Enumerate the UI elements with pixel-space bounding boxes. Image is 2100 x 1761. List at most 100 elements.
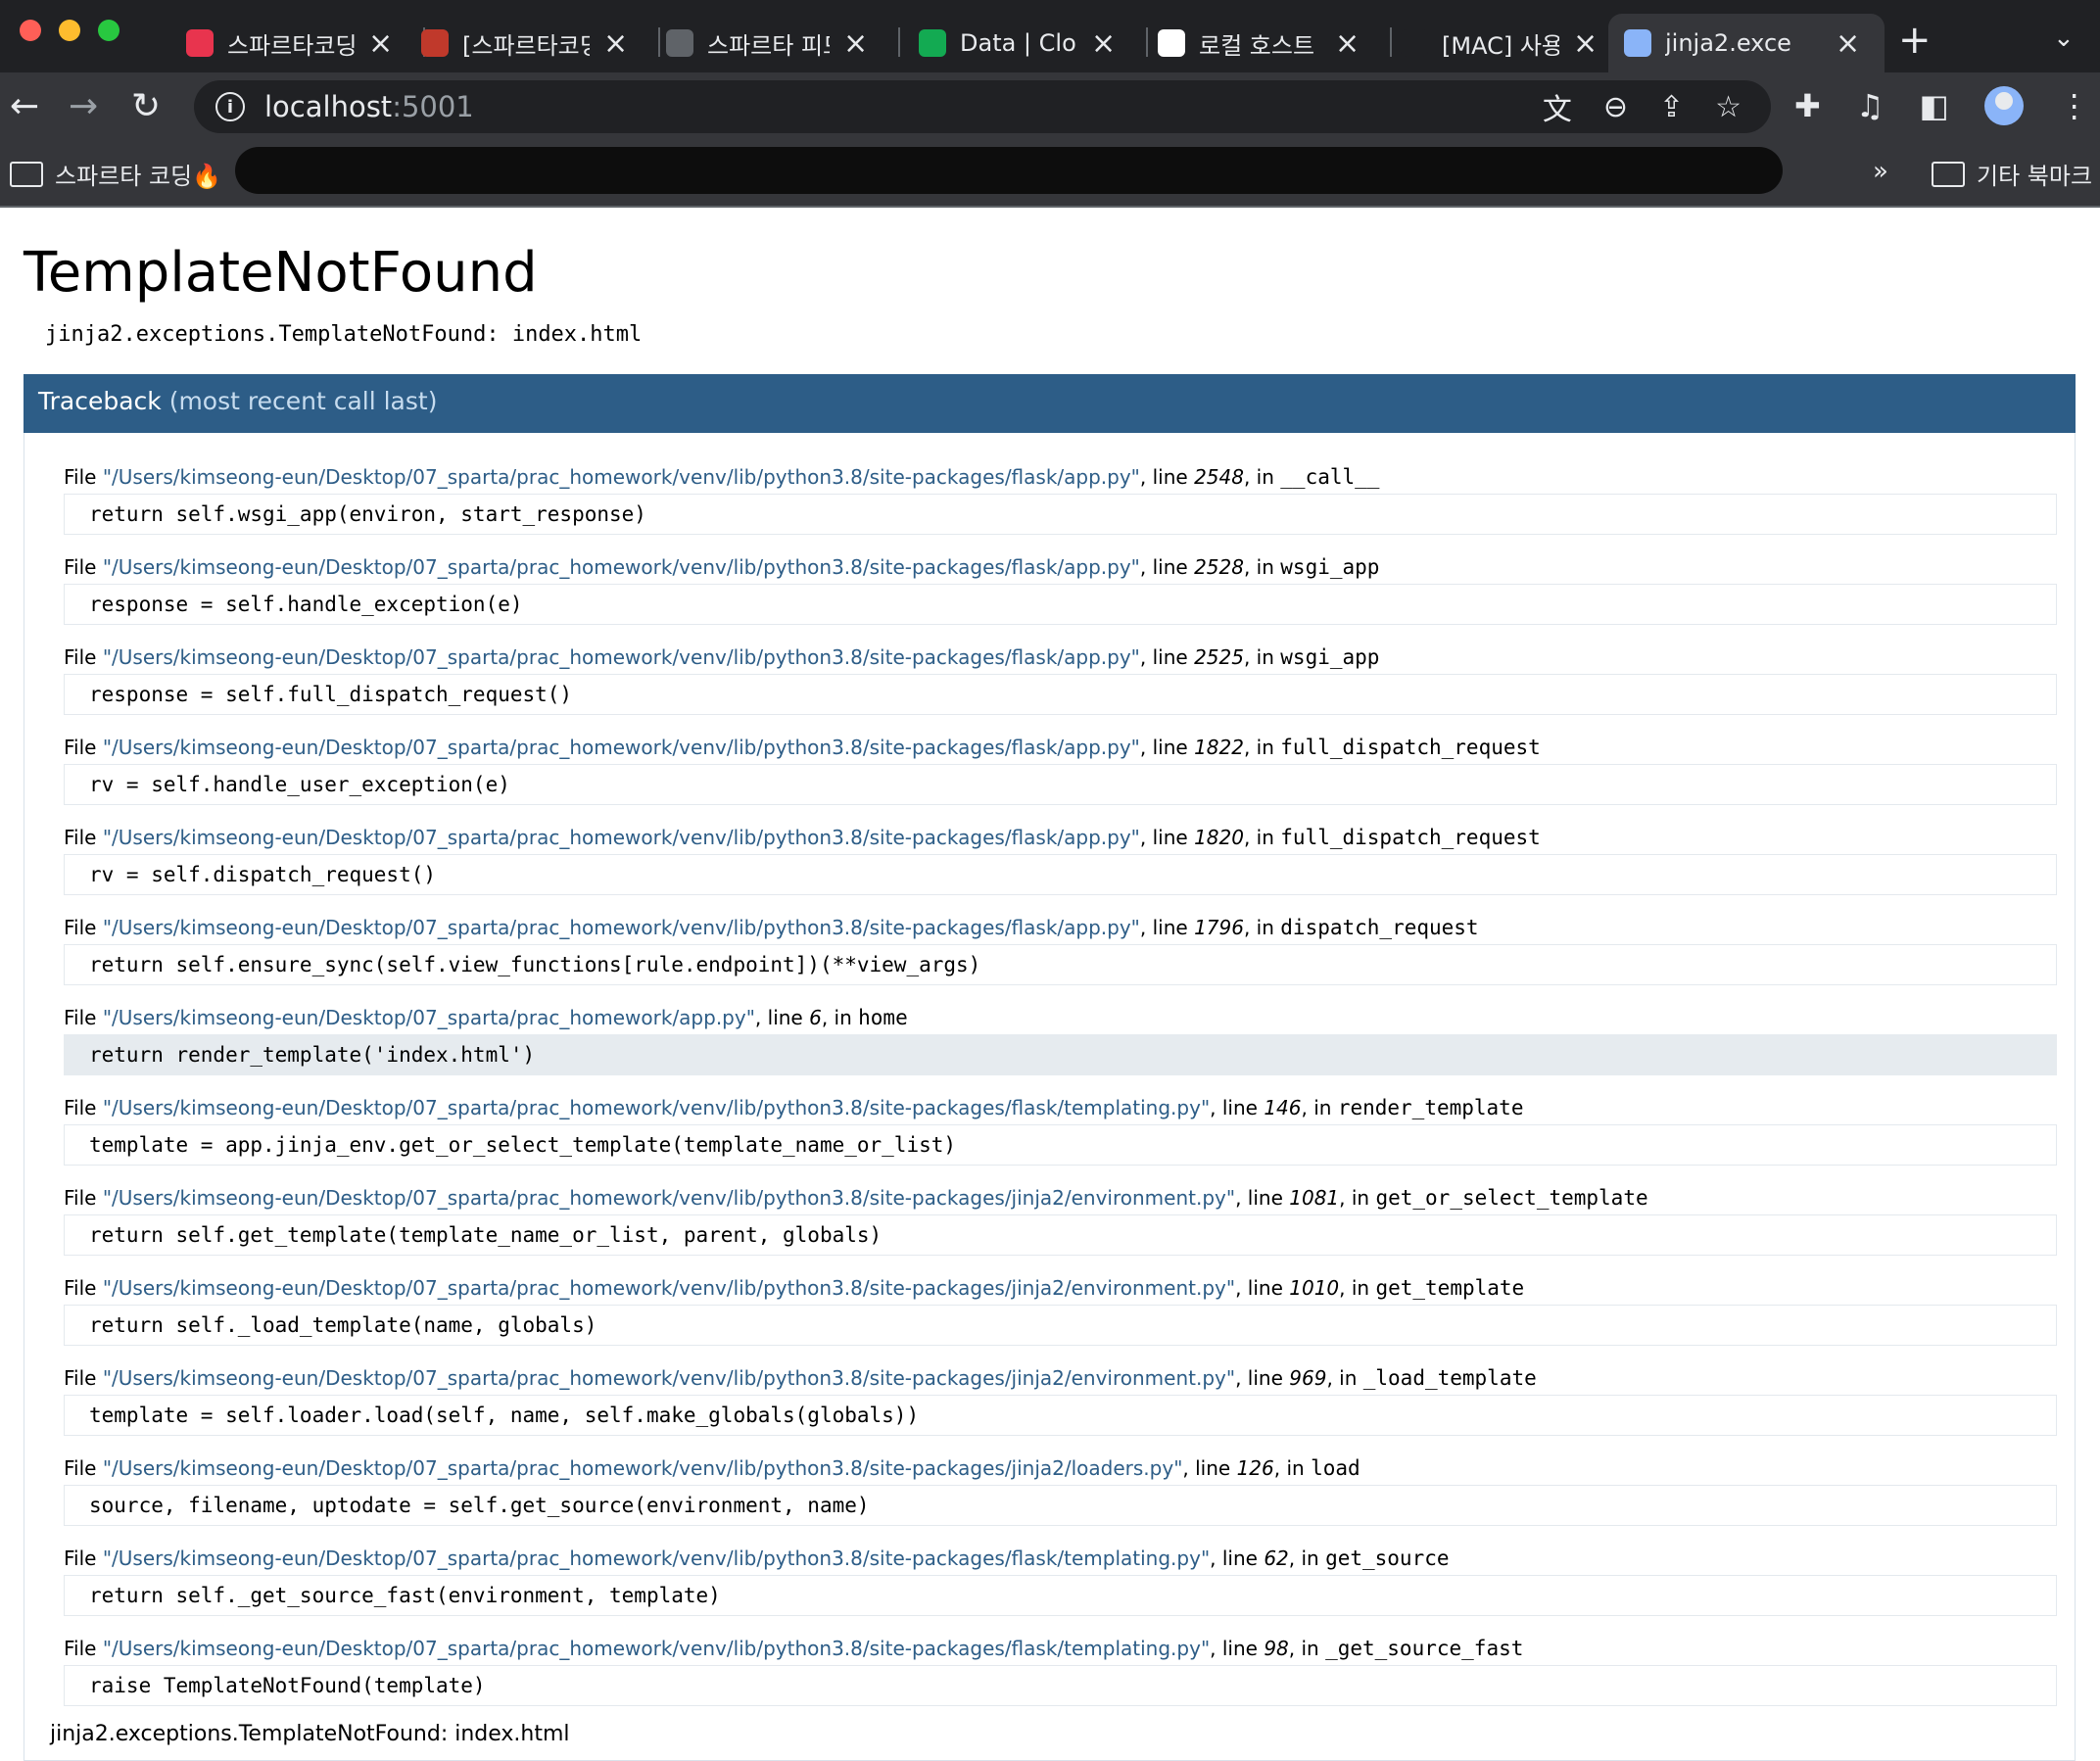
source-line[interactable]: return render_template('index.html')	[64, 1034, 2057, 1075]
file-path-link[interactable]: "/Users/kimseong-eun/Desktop/07_sparta/p…	[103, 1547, 1210, 1570]
file-path-link[interactable]: "/Users/kimseong-eun/Desktop/07_sparta/p…	[103, 1276, 1235, 1300]
traceback-body: File "/Users/kimseong-eun/Desktop/07_spa…	[24, 433, 2076, 1761]
browser-tab[interactable]: [스파르타코딩 ×	[406, 14, 652, 72]
in-label: , in	[821, 1006, 859, 1029]
file-path-link[interactable]: "/Users/kimseong-eun/Desktop/07_sparta/p…	[103, 555, 1140, 579]
extensions-puzzle-icon[interactable]: ✚	[1794, 87, 1821, 124]
source-line[interactable]: return self.get_template(template_name_o…	[64, 1214, 2057, 1256]
file-label: File	[64, 645, 103, 669]
function-name: _get_source_fast	[1325, 1637, 1524, 1660]
new-tab-button[interactable]: +	[1898, 18, 1932, 63]
side-panel-icon[interactable]: ◧	[1920, 87, 1949, 124]
maximize-window-button[interactable]	[98, 20, 119, 41]
traceback-frame: File "/Users/kimseong-eun/Desktop/07_spa…	[64, 1181, 2057, 1256]
page-title: TemplateNotFound	[24, 241, 538, 305]
blank-icon	[1401, 29, 1428, 57]
file-path-link[interactable]: "/Users/kimseong-eun/Desktop/07_sparta/p…	[103, 826, 1140, 849]
minimize-window-button[interactable]	[59, 20, 80, 41]
source-line[interactable]: source, filename, uptodate = self.get_so…	[64, 1485, 2057, 1526]
omnibox-actions: 文 ⊖ ⇪ ☆	[1543, 80, 1742, 133]
traceback-frame: File "/Users/kimseong-eun/Desktop/07_spa…	[64, 731, 2057, 805]
line-number: 2548	[1194, 465, 1244, 489]
site-info-icon[interactable]: i	[215, 92, 245, 121]
frame-location: File "/Users/kimseong-eun/Desktop/07_spa…	[64, 641, 2057, 674]
source-line[interactable]: response = self.full_dispatch_request()	[64, 674, 2057, 715]
bookmark-folder-sparta[interactable]: 스파르타 코딩🔥	[10, 157, 221, 191]
file-label: File	[64, 826, 103, 849]
tab-close-icon[interactable]: ×	[843, 26, 868, 61]
traceback-frame: File "/Users/kimseong-eun/Desktop/07_spa…	[64, 1452, 2057, 1526]
bookmark-folder-other[interactable]: 기타 북마크	[1932, 157, 2092, 191]
profile-avatar[interactable]	[1983, 86, 2024, 125]
file-path-link[interactable]: "/Users/kimseong-eun/Desktop/07_sparta/p…	[103, 1006, 755, 1029]
file-label: File	[64, 1006, 103, 1029]
file-label: File	[64, 1366, 103, 1390]
url-text[interactable]: localhost:5001	[264, 90, 474, 123]
google-icon	[1158, 29, 1185, 57]
tab-title: [MAC] 사용	[1442, 31, 1559, 60]
browser-tab[interactable]: jinja2.exce ×	[1608, 14, 1885, 72]
tab-close-icon[interactable]: ×	[368, 26, 393, 61]
file-path-link[interactable]: "/Users/kimseong-eun/Desktop/07_sparta/p…	[103, 645, 1140, 669]
tab-search-chevron-icon[interactable]: ⌄	[2053, 24, 2075, 53]
file-path-link[interactable]: "/Users/kimseong-eun/Desktop/07_sparta/p…	[103, 916, 1140, 939]
file-path-link[interactable]: "/Users/kimseong-eun/Desktop/07_sparta/p…	[103, 1637, 1210, 1660]
file-path-link[interactable]: "/Users/kimseong-eun/Desktop/07_sparta/p…	[103, 1096, 1210, 1119]
source-line[interactable]: return self.wsgi_app(environ, start_resp…	[64, 494, 2057, 535]
browser-tab[interactable]: Data | Clou ×	[903, 14, 1140, 72]
line-label: , line	[1139, 645, 1195, 669]
source-line[interactable]: return self._load_template(name, globals…	[64, 1305, 2057, 1346]
line-label: , line	[1210, 1547, 1265, 1570]
tab-close-icon[interactable]: ×	[1573, 26, 1598, 61]
browser-tab[interactable]: 스파르타코딩 ×	[170, 14, 417, 72]
in-label: , in	[1243, 736, 1281, 759]
url-port: :5001	[392, 90, 474, 123]
file-path-link[interactable]: "/Users/kimseong-eun/Desktop/07_sparta/p…	[103, 1456, 1183, 1480]
frame-location: File "/Users/kimseong-eun/Desktop/07_spa…	[64, 1452, 2057, 1485]
translate-icon[interactable]: 文	[1543, 85, 1572, 128]
source-line[interactable]: return self.ensure_sync(self.view_functi…	[64, 944, 2057, 985]
file-path-link[interactable]: "/Users/kimseong-eun/Desktop/07_sparta/p…	[103, 465, 1140, 489]
file-path-link[interactable]: "/Users/kimseong-eun/Desktop/07_sparta/p…	[103, 1186, 1235, 1210]
line-number: 1820	[1194, 826, 1244, 849]
reload-icon[interactable]: ↻	[131, 86, 161, 126]
media-control-icon[interactable]: ♫	[1856, 87, 1885, 124]
source-line[interactable]: rv = self.handle_user_exception(e)	[64, 764, 2057, 805]
forward-arrow-icon[interactable]: →	[69, 86, 98, 126]
tab-close-icon[interactable]: ×	[1335, 26, 1360, 61]
back-arrow-icon[interactable]: ←	[10, 86, 39, 126]
tab-close-icon[interactable]: ×	[1091, 26, 1116, 61]
address-bar[interactable]: i localhost:5001 文 ⊖ ⇪ ☆	[194, 80, 1771, 133]
traceback-frame: File "/Users/kimseong-eun/Desktop/07_spa…	[64, 821, 2057, 895]
browser-tab[interactable]: 스파르타 피드 ×	[650, 14, 892, 72]
globe-icon	[666, 29, 693, 57]
redacted-bookmarks	[235, 147, 1783, 194]
more-menu-icon[interactable]: ⋮	[2059, 87, 2090, 124]
line-number: 62	[1264, 1547, 1289, 1570]
tab-close-icon[interactable]: ×	[603, 26, 628, 61]
bookmark-star-icon[interactable]: ☆	[1715, 90, 1742, 124]
tab-title: [스파르타코딩	[462, 31, 590, 60]
in-label: , in	[1273, 1456, 1312, 1480]
frame-location: File "/Users/kimseong-eun/Desktop/07_spa…	[64, 1091, 2057, 1124]
traceback-header: Traceback (most recent call last)	[24, 374, 2076, 433]
source-line[interactable]: template = app.jinja_env.get_or_select_t…	[64, 1124, 2057, 1166]
zoom-icon[interactable]: ⊖	[1603, 90, 1628, 124]
file-label: File	[64, 1186, 103, 1210]
terminal-icon	[1624, 29, 1651, 57]
function-name: wsgi_app	[1280, 645, 1380, 669]
source-line[interactable]: template = self.loader.load(self, name, …	[64, 1395, 2057, 1436]
tab-close-icon[interactable]: ×	[1836, 26, 1860, 61]
file-path-link[interactable]: "/Users/kimseong-eun/Desktop/07_sparta/p…	[103, 736, 1140, 759]
source-line[interactable]: rv = self.dispatch_request()	[64, 854, 2057, 895]
file-path-link[interactable]: "/Users/kimseong-eun/Desktop/07_sparta/p…	[103, 1366, 1235, 1390]
source-line[interactable]: response = self.handle_exception(e)	[64, 584, 2057, 625]
line-label: , line	[1139, 555, 1195, 579]
share-icon[interactable]: ⇪	[1659, 90, 1684, 124]
bookmarks-overflow-button[interactable]: »	[1873, 157, 1888, 186]
source-line[interactable]: return self._get_source_fast(environment…	[64, 1575, 2057, 1616]
close-window-button[interactable]	[20, 20, 41, 41]
browser-tab[interactable]: [MAC] 사용 ×	[1385, 14, 1622, 72]
browser-tab[interactable]: 로컬 호스트 ×	[1142, 14, 1384, 72]
tab-title: 스파르타코딩	[227, 31, 355, 60]
